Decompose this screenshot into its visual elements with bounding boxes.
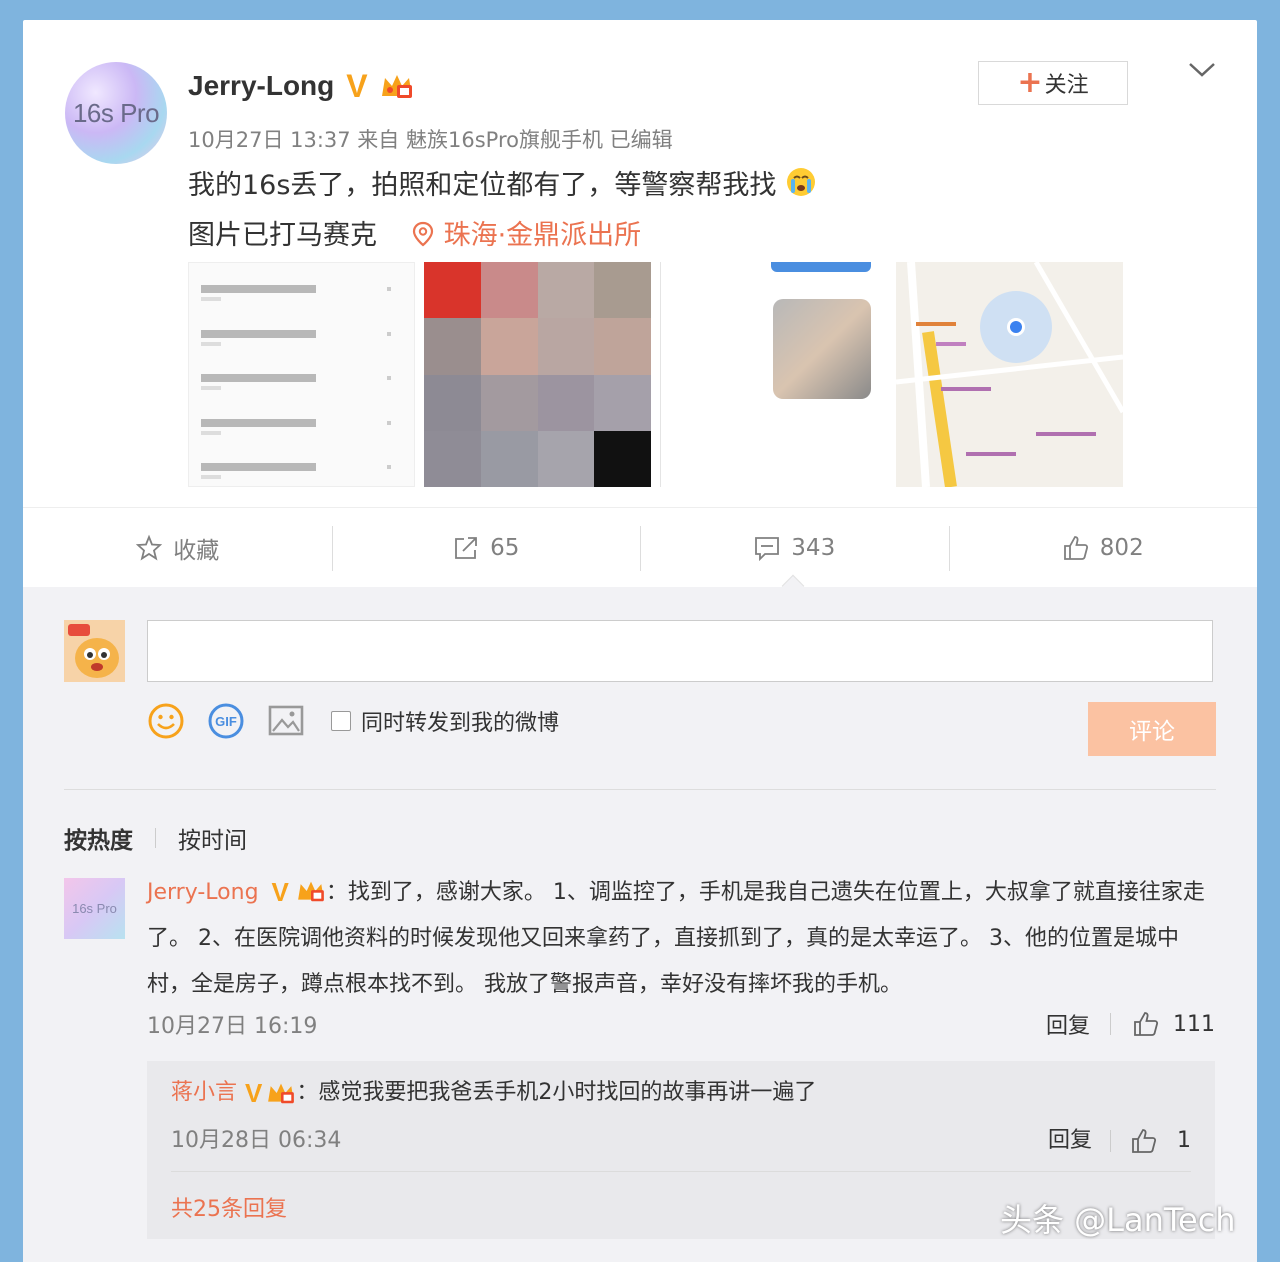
more-replies-link[interactable]: 共25条回复 xyxy=(171,1191,287,1223)
author-name[interactable]: Jerry-Long xyxy=(188,70,334,102)
plus-icon: + xyxy=(1017,65,1043,100)
sort-by-time[interactable]: 按时间 xyxy=(178,821,247,855)
comment-actions: 回复 111 xyxy=(1046,1008,1215,1040)
current-user-avatar[interactable] xyxy=(64,620,125,682)
submit-comment-button[interactable]: 评论 xyxy=(1088,702,1216,756)
like-button[interactable]: 802 xyxy=(948,508,1258,587)
reply-text: ：感觉我要把我爸丢手机2小时找回的故事再讲一遍了 xyxy=(296,1080,817,1105)
repost-count: 65 xyxy=(490,534,520,561)
reply-author-name[interactable]: 蒋小言 xyxy=(171,1073,237,1113)
comment-time: 10月27日 16:19 xyxy=(147,1014,318,1039)
thumbs-up-icon xyxy=(1063,535,1088,560)
reply-like-icon[interactable] xyxy=(1129,1127,1159,1155)
reply-time: 10月28日 06:34 xyxy=(171,1128,342,1153)
sort-separator xyxy=(155,828,156,848)
reply-actions: 回复 1 xyxy=(1048,1121,1191,1161)
svg-text:GIF: GIF xyxy=(215,714,237,729)
reply-like-count: 1 xyxy=(1177,1128,1191,1153)
share-icon xyxy=(455,536,478,559)
reply-item: 蒋小言 V ：感觉我要把我爸丢手机2小时找回的故事再讲一遍了 xyxy=(171,1073,816,1113)
comment-reply-button[interactable]: 回复 xyxy=(1046,1008,1090,1040)
location-link[interactable]: 珠海·金鼎派出所 xyxy=(412,220,642,251)
comment-count: 343 xyxy=(791,534,836,561)
comment-like-icon[interactable] xyxy=(1131,1010,1161,1038)
comment-crown-icon xyxy=(298,881,324,902)
comment-like-count: 111 xyxy=(1173,1011,1215,1037)
post-text-line-1: 我的16s丢了，拍照和定位都有了，等警察帮我找 xyxy=(188,163,817,213)
gif-icon[interactable]: GIF xyxy=(207,702,245,740)
post-meta: 10月27日 13:37 来自 魅族16sPro旗舰手机 已编辑 xyxy=(188,128,673,152)
post-text: 我的16s丢了，拍照和定位都有了，等警察帮我找 图片已打马赛克 珠海·金鼎派出所 xyxy=(188,163,817,259)
author-avatar[interactable]: 16s Pro xyxy=(65,62,167,164)
reply-crown-icon xyxy=(268,1083,295,1104)
image-icon[interactable] xyxy=(267,702,305,740)
follow-button[interactable]: + 关注 xyxy=(978,61,1128,105)
star-icon xyxy=(136,534,163,560)
favorite-button[interactable]: 收藏 xyxy=(23,508,332,587)
location-text: 珠海·金鼎派出所 xyxy=(443,220,642,251)
comment-icon xyxy=(755,536,780,561)
image-thumbnail-1[interactable] xyxy=(188,262,415,487)
comment-avatar-text: 16s Pro xyxy=(72,901,117,916)
reply-divider xyxy=(171,1171,1191,1172)
crying-emoji-icon xyxy=(785,166,817,213)
comment-footer: 10月27日 16:19 回复 111 xyxy=(147,1008,1215,1046)
divider xyxy=(64,789,1216,790)
comment-author-name[interactable]: Jerry-Long xyxy=(147,880,259,905)
mosaic-note: 图片已打马赛克 xyxy=(188,220,377,251)
follow-label: 关注 xyxy=(1044,73,1089,98)
reply-verified-badge: V xyxy=(245,1078,263,1108)
location-pin-icon xyxy=(412,221,433,247)
post-action-bar: 收藏 65 343 802 xyxy=(23,507,1257,587)
image-thumbnail-2[interactable] xyxy=(424,262,651,487)
comment-action-separator xyxy=(1110,1013,1111,1035)
emoji-icon[interactable] xyxy=(147,702,185,740)
avatar-text: 16s Pro xyxy=(72,97,160,128)
comment-section: GIF 同时转发到我的微博 评论 按热度 按时间 16s Pro Jerry-L… xyxy=(23,574,1257,1262)
reply-action-separator xyxy=(1110,1130,1111,1152)
comment-input[interactable] xyxy=(147,620,1213,682)
composer-tools: GIF 同时转发到我的微博 xyxy=(147,702,559,740)
sort-by-hot[interactable]: 按热度 xyxy=(64,821,133,855)
comment-body: Jerry-Long V ：找到了，感谢大家。 1、调监控了，手机是我自己遗失在… xyxy=(147,870,1217,1008)
comment-sort: 按热度 按时间 xyxy=(64,821,247,855)
weibo-post-card: 16s Pro Jerry-Long V 10月27日 13:37 来自 魅族1… xyxy=(23,20,1257,1262)
chevron-down-icon[interactable] xyxy=(1187,60,1217,80)
reply-reply-button[interactable]: 回复 xyxy=(1048,1121,1092,1161)
author-row: Jerry-Long V xyxy=(188,70,414,102)
like-count: 802 xyxy=(1099,534,1144,561)
comment-verified-badge: V xyxy=(271,877,289,907)
favorite-label: 收藏 xyxy=(173,537,220,564)
post-text-line-2: 图片已打马赛克 珠海·金鼎派出所 xyxy=(188,213,817,259)
comment-author-avatar[interactable]: 16s Pro xyxy=(64,878,125,939)
verified-badge: V xyxy=(346,68,368,104)
repost-button[interactable]: 65 xyxy=(331,508,641,587)
repost-checkbox[interactable] xyxy=(331,711,351,731)
reply-footer: 10月28日 06:34 回复 1 xyxy=(171,1121,1191,1161)
member-crown-icon xyxy=(380,72,414,100)
map-thumbnail[interactable] xyxy=(896,262,1123,487)
watermark: 头条 @LanTech xyxy=(1000,1201,1236,1239)
post-images xyxy=(188,262,1123,487)
post-text-content: 我的16s丢了，拍照和定位都有了，等警察帮我找 xyxy=(188,170,777,201)
repost-checkbox-label: 同时转发到我的微博 xyxy=(361,711,560,736)
image-thumbnail-3[interactable] xyxy=(660,262,887,487)
